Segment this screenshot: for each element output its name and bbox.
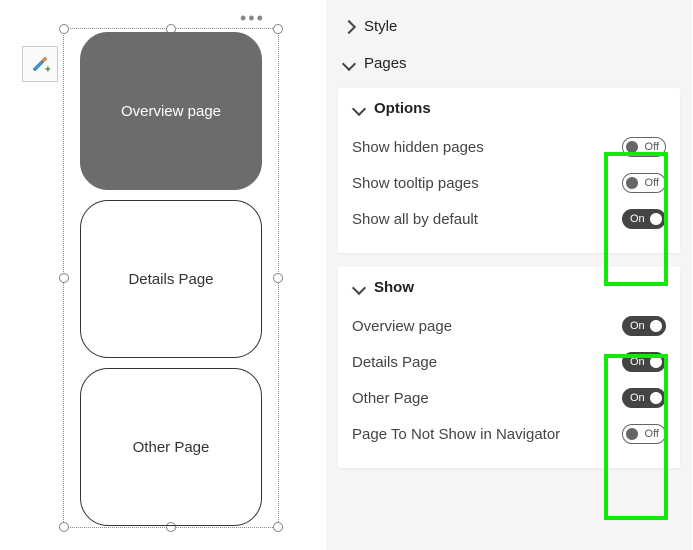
chevron-down-icon	[352, 101, 366, 115]
toggle-not-show[interactable]: Off	[622, 424, 666, 444]
nav-card-overview[interactable]: Overview page	[80, 32, 262, 190]
row-label: Details Page	[352, 354, 437, 371]
svg-text:+: +	[45, 64, 50, 74]
resize-handle-bl[interactable]	[59, 522, 69, 532]
row-label: Show all by default	[352, 211, 478, 228]
canvas: ••• + Overview page Details Page Other P…	[0, 0, 320, 550]
row-label: Other Page	[352, 390, 429, 407]
toggle-overview[interactable]: On	[622, 316, 666, 336]
row-label: Show tooltip pages	[352, 175, 479, 192]
nav-card-label: Details Page	[128, 271, 213, 288]
toggle-show-all[interactable]: On	[622, 209, 666, 229]
show-row-overview: Overview page On	[352, 308, 666, 344]
chevron-right-icon	[342, 19, 356, 33]
show-row-not-show: Page To Not Show in Navigator Off	[352, 416, 666, 452]
format-painter-button[interactable]: +	[22, 46, 58, 82]
nav-card-other[interactable]: Other Page	[80, 368, 262, 526]
more-options-icon[interactable]: •••	[240, 8, 265, 29]
sub-header-label: Options	[374, 100, 431, 117]
resize-handle-tr[interactable]	[273, 24, 283, 34]
row-label: Show hidden pages	[352, 139, 484, 156]
toggle-tooltip-pages[interactable]: Off	[622, 173, 666, 193]
row-label: Page To Not Show in Navigator	[352, 426, 560, 443]
sub-header-options[interactable]: Options	[352, 100, 666, 117]
nav-card-details[interactable]: Details Page	[80, 200, 262, 358]
section-label: Pages	[364, 55, 407, 72]
paintbrush-icon: +	[30, 54, 50, 74]
nav-card-label: Other Page	[133, 439, 210, 456]
toggle-hidden-pages[interactable]: Off	[622, 137, 666, 157]
toggle-other[interactable]: On	[622, 388, 666, 408]
subpanel-show: Show Overview page On Details Page On Ot…	[338, 267, 680, 468]
section-pages[interactable]: Pages	[338, 45, 680, 82]
resize-handle-br[interactable]	[273, 522, 283, 532]
sub-header-label: Show	[374, 279, 414, 296]
chevron-down-icon	[342, 56, 356, 70]
show-row-other: Other Page On	[352, 380, 666, 416]
row-label: Overview page	[352, 318, 452, 335]
resize-handle-ml[interactable]	[59, 273, 69, 283]
option-row-show-all: Show all by default On	[352, 201, 666, 237]
section-label: Style	[364, 18, 397, 35]
option-row-tooltip-pages: Show tooltip pages Off	[352, 165, 666, 201]
resize-handle-mr[interactable]	[273, 273, 283, 283]
option-row-hidden-pages: Show hidden pages Off	[352, 129, 666, 165]
subpanel-options: Options Show hidden pages Off Show toolt…	[338, 88, 680, 253]
resize-handle-tl[interactable]	[59, 24, 69, 34]
toggle-details[interactable]: On	[622, 352, 666, 372]
chevron-down-icon	[352, 280, 366, 294]
nav-card-label: Overview page	[121, 103, 221, 120]
sub-header-show[interactable]: Show	[352, 279, 666, 296]
show-row-details: Details Page On	[352, 344, 666, 380]
properties-panel: Style Pages Options Show hidden pages Of…	[326, 0, 692, 550]
section-style[interactable]: Style	[338, 8, 680, 45]
